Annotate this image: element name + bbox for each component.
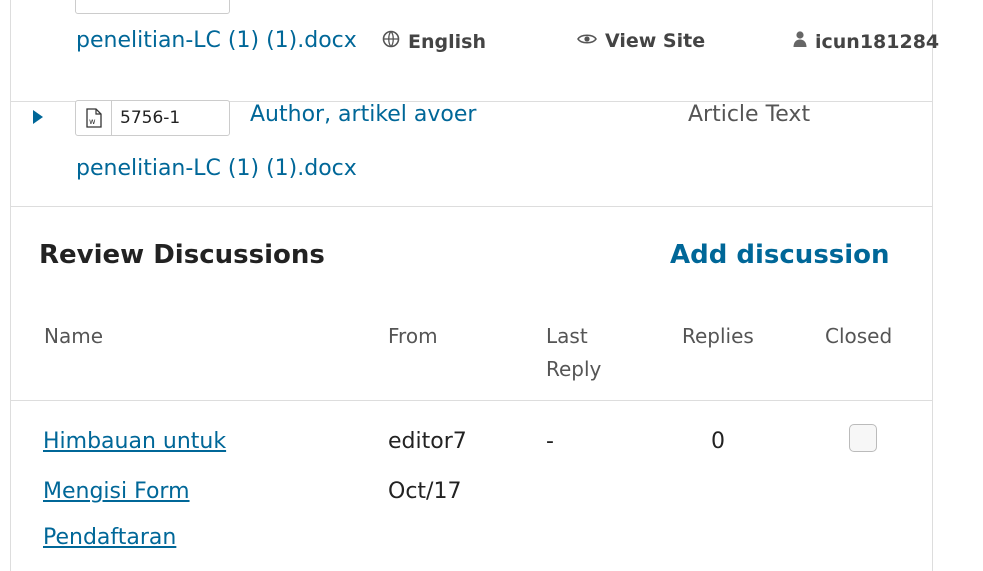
discussion-link[interactable]: Pendaftaran <box>43 516 176 560</box>
word-doc-icon: w <box>76 101 112 135</box>
discussion-last-reply: - <box>546 429 554 454</box>
language-label: English <box>408 30 486 53</box>
discussion-link[interactable]: Himbauan untuk <box>43 420 226 464</box>
add-discussion-button[interactable]: Add discussion <box>670 240 890 270</box>
table-header <box>10 300 933 401</box>
column-header-name: Name <box>44 324 104 348</box>
file-id: 5756-1 <box>120 108 181 128</box>
file-chip[interactable]: w 5756-1 <box>75 100 230 136</box>
file-chip-partial <box>75 0 230 14</box>
user-icon <box>793 30 807 53</box>
svg-text:w: w <box>89 117 96 126</box>
eye-icon <box>577 31 597 51</box>
file-link-continued[interactable]: penelitian-LC (1) (1).docx <box>76 156 357 181</box>
user-menu[interactable]: icun181284 <box>793 30 939 53</box>
file-link[interactable]: Author, artikel avoer <box>250 102 476 127</box>
globe-icon <box>382 30 400 53</box>
username-label: icun181284 <box>815 30 940 53</box>
column-header-closed: Closed <box>825 324 893 348</box>
discussion-replies: 0 <box>711 429 725 454</box>
column-header-replies: Replies <box>682 324 754 348</box>
closed-checkbox[interactable] <box>849 424 877 452</box>
language-menu[interactable]: English <box>382 30 490 53</box>
view-site-label: View Site <box>605 30 706 52</box>
discussion-from-date: Oct/17 <box>388 479 462 504</box>
column-header-last-reply: Last <box>546 324 588 348</box>
discussion-link[interactable]: Mengisi Form <box>43 470 190 514</box>
section-title: Review Discussions <box>39 240 325 270</box>
column-header-last-reply-2: Reply <box>546 357 602 381</box>
file-link[interactable]: penelitian-LC (1) (1).docx <box>76 28 357 53</box>
column-header-from: From <box>388 324 438 348</box>
expand-caret-icon[interactable] <box>33 110 43 124</box>
view-site-link[interactable]: View Site <box>577 30 705 52</box>
discussion-from-user: editor7 <box>388 429 467 454</box>
file-genre: Article Text <box>688 102 811 127</box>
